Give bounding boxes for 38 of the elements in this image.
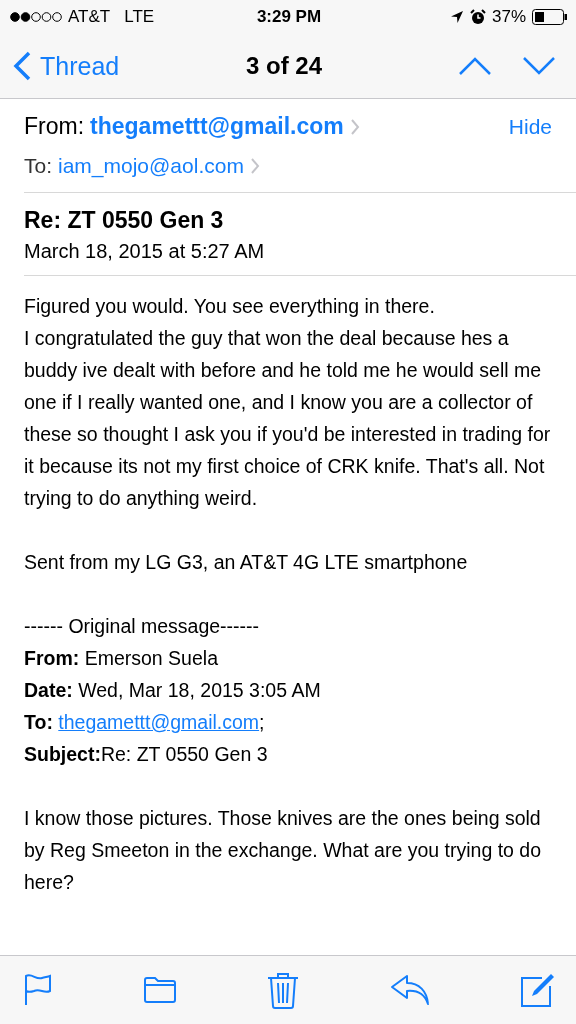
back-button[interactable]: Thread — [12, 50, 202, 82]
chevron-down-icon[interactable] — [522, 56, 556, 76]
hide-link[interactable]: Hide — [508, 114, 552, 139]
sender-address[interactable]: thegamettt@gmail.com — [90, 113, 344, 140]
network-type: LTE — [124, 7, 155, 27]
quoted-header-line: Subject:Re: ZT 0550 Gen 3 — [24, 742, 269, 767]
flag-icon[interactable] — [24, 974, 52, 1006]
message-text: Sent from my LG G3, an AT&T 4G LTE smartphone — [24, 550, 469, 575]
recipient-address[interactable]: iam_mojo@aol.com — [58, 154, 244, 178]
chevron-up-icon[interactable] — [458, 56, 492, 76]
chevron-right-icon — [249, 157, 260, 175]
battery-percent: 37% — [491, 7, 526, 27]
email-date: March 18, 2015 at 5:27 AM — [24, 240, 266, 263]
quoted-header-label: To: — [24, 711, 53, 733]
alarm-icon — [469, 9, 486, 25]
signal-icon — [10, 11, 62, 23]
quoted-header-line: Date: Wed, Mar 18, 2015 3:05 AM — [24, 678, 322, 703]
chevron-left-icon — [12, 50, 32, 82]
chevron-right-icon — [349, 117, 360, 136]
location-icon — [449, 10, 464, 24]
from-label: From: — [24, 113, 85, 140]
message-text: ------ Original message------ — [24, 614, 261, 639]
folder-icon[interactable] — [142, 976, 177, 1004]
trash-icon[interactable] — [267, 971, 299, 1009]
message-text: I know those pictures. Those knives are the ones being sold by Reg Smeeton in the exchange. What are you trying to do here? — [24, 806, 543, 895]
email-link[interactable]: thegamettt@gmail.com — [58, 711, 260, 733]
clock-time: 3:29 PM — [256, 7, 322, 27]
reply-icon[interactable] — [389, 974, 430, 1006]
message-text: I congratulated the guy that won the deal because hes a buddy ive dealt with before and he told me he would sell me one if I really wanted one, and I know you are a collector of these so thought I ask you if you'd be interested in trading for it because its not my first choice of CRK knife. That's all. Not trying to do anything weird. — [24, 326, 552, 511]
quoted-header-line: From: Emerson Suela — [24, 646, 219, 671]
carrier-name: AT&T — [68, 7, 111, 27]
to-label: To: — [24, 154, 52, 178]
battery-icon — [532, 9, 568, 25]
punctuation: ; — [259, 711, 265, 733]
message-text: Figured you would. You see everything in there. — [24, 294, 436, 319]
email-subject: Re: ZT 0550 Gen 3 — [24, 207, 225, 234]
compose-icon[interactable] — [520, 972, 556, 1008]
nav-title: 3 of 24 — [246, 52, 322, 80]
